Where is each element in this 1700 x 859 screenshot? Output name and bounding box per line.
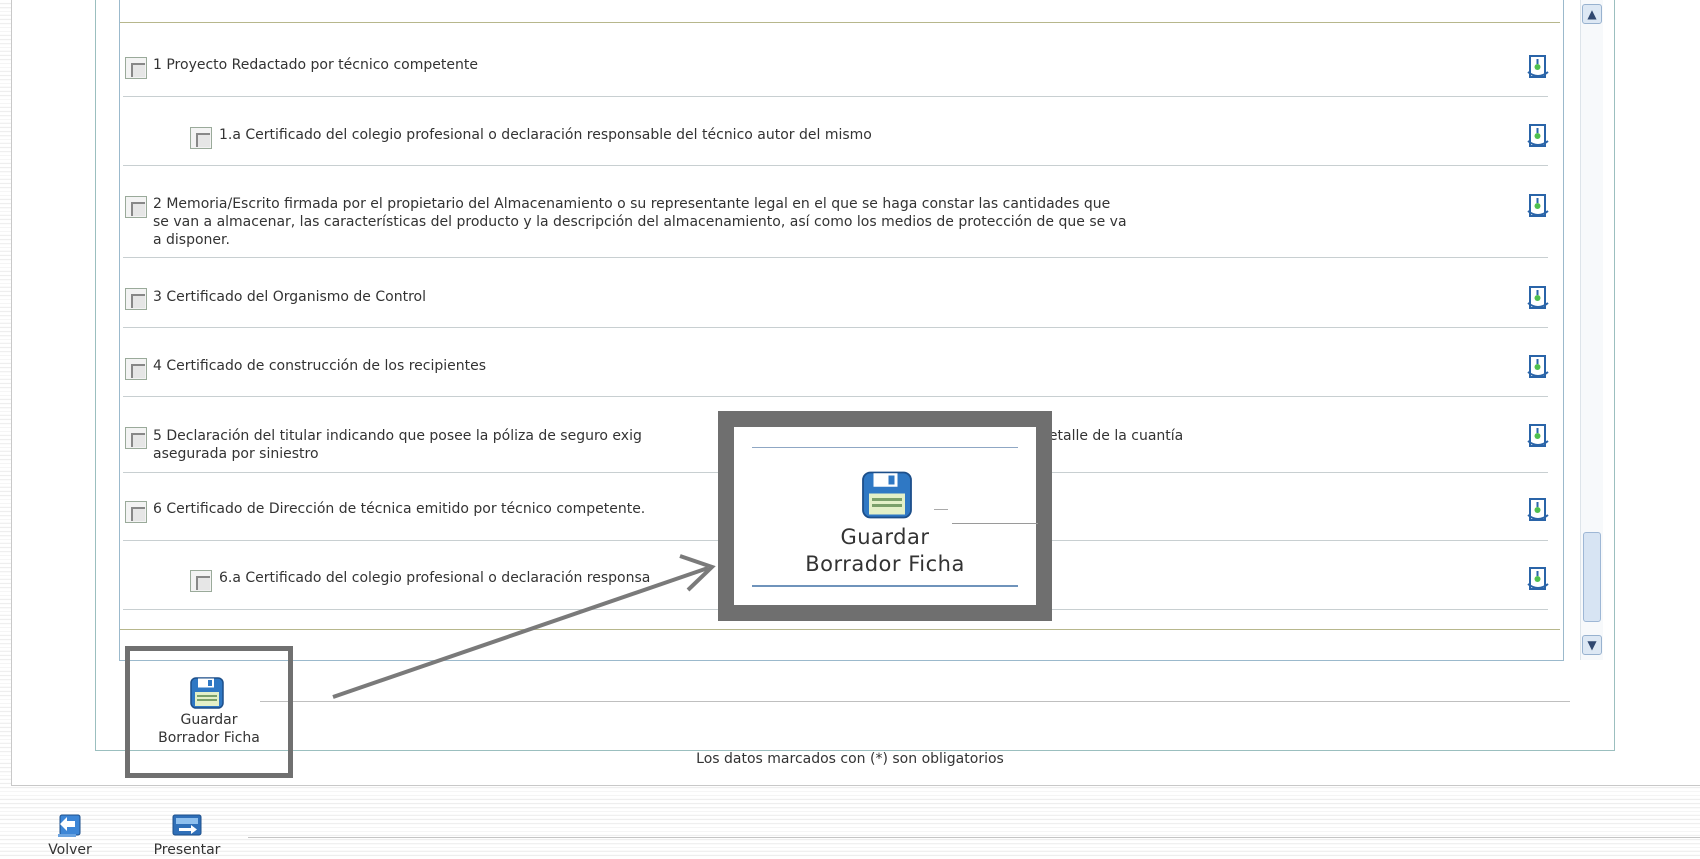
bottom-toolbar-line: [248, 837, 1700, 838]
floppy-disk-icon: [862, 471, 912, 519]
submit-icon: [172, 814, 202, 836]
back-button[interactable]: Volver: [40, 812, 100, 858]
submit-button[interactable]: Presentar: [145, 812, 229, 858]
callout-top-line: [752, 447, 1018, 448]
required-fields-note: Los datos marcados con (*) son obligator…: [696, 751, 1004, 767]
zoom-callout-label: Guardar Borrador Ficha: [734, 524, 1036, 578]
zoom-callout-label-line-2: Borrador Ficha: [805, 552, 965, 576]
callout-bottom-line: [752, 585, 1018, 587]
zoom-callout: Guardar Borrador Ficha: [732, 425, 1038, 607]
callout-tick: [934, 509, 948, 510]
zoom-callout-label-line-1: Guardar: [840, 525, 930, 549]
back-label: Volver: [48, 842, 92, 858]
back-arrow-icon: [58, 814, 81, 837]
submit-label: Presentar: [153, 842, 221, 858]
